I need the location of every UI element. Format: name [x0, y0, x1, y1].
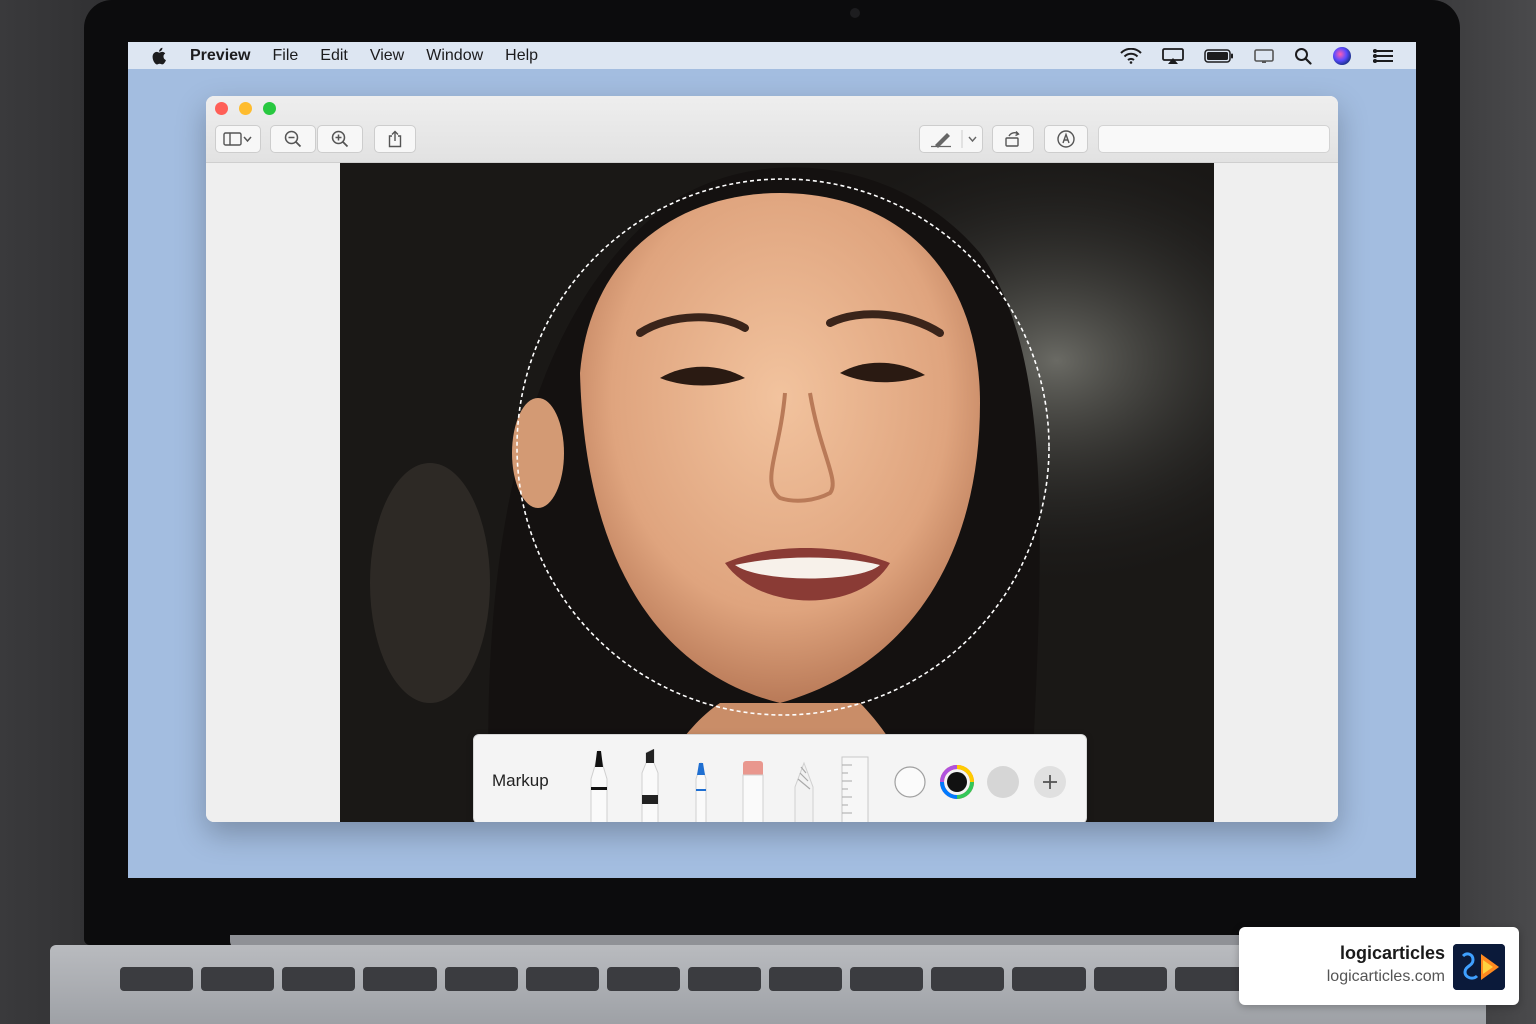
- key: [363, 967, 437, 991]
- key: [201, 967, 275, 991]
- add-icon[interactable]: [1033, 765, 1067, 799]
- pen-icon: [931, 130, 977, 148]
- ruler-tool-icon[interactable]: [840, 749, 870, 822]
- document-image: [340, 163, 1214, 822]
- marker-tool-icon[interactable]: [637, 749, 663, 822]
- screen-mirroring-icon[interactable]: [1254, 48, 1274, 64]
- menu-help[interactable]: Help: [505, 47, 538, 65]
- menu-app-name[interactable]: Preview: [190, 47, 250, 65]
- zoom-out-button[interactable]: [270, 125, 316, 153]
- search-icon[interactable]: [1294, 47, 1312, 65]
- markup-label: Markup: [492, 771, 549, 790]
- status-area: [1120, 42, 1394, 69]
- markup-icon: [1057, 130, 1075, 148]
- eraser-tool-icon[interactable]: [740, 749, 766, 822]
- key: [444, 967, 518, 991]
- screen: Preview File Edit View Window Help Marku…: [128, 42, 1416, 878]
- zoom-in-button[interactable]: [317, 125, 363, 153]
- close-button[interactable]: [215, 102, 228, 115]
- rotate-icon: [1005, 131, 1020, 147]
- key: [282, 967, 356, 991]
- battery-icon[interactable]: [1204, 48, 1234, 63]
- left-margin: [206, 163, 340, 822]
- sidebar-toggle-button[interactable]: [215, 125, 261, 153]
- preview-window: Markup: [206, 96, 1338, 822]
- wifi-icon[interactable]: [1120, 47, 1142, 64]
- key: [1093, 967, 1167, 991]
- portrait-photo: [340, 163, 1214, 822]
- menu-bar: Preview File Edit View Window Help: [128, 42, 1416, 69]
- menu-edit[interactable]: Edit: [320, 47, 348, 65]
- pen-tool-icon[interactable]: [586, 749, 612, 822]
- key: [1012, 967, 1086, 991]
- key: [120, 967, 194, 991]
- markup-toolbar: Markup: [473, 734, 1087, 822]
- key: [931, 967, 1005, 991]
- zoom-out-icon: [284, 130, 302, 148]
- siri-icon[interactable]: [1332, 46, 1352, 66]
- function-key-row: [120, 967, 1410, 1007]
- key: [525, 967, 599, 991]
- logo-icon: [1453, 944, 1505, 990]
- markup-pen-button[interactable]: [919, 125, 983, 153]
- badge-title: logicarticles: [1339, 943, 1445, 963]
- markup-toolbar-button[interactable]: [1044, 125, 1088, 153]
- zoom-button[interactable]: [263, 102, 276, 115]
- title-bar: [206, 96, 1338, 163]
- key: [606, 967, 680, 991]
- search-input[interactable]: [1098, 125, 1330, 153]
- control-center-icon[interactable]: [1372, 48, 1394, 64]
- zoom-in-icon: [331, 130, 349, 148]
- airplay-icon[interactable]: [1162, 47, 1184, 64]
- minimize-button[interactable]: [239, 102, 252, 115]
- brush-tool-icon[interactable]: [791, 749, 817, 822]
- menu-file[interactable]: File: [272, 47, 298, 65]
- color-picker-icon[interactable]: [939, 764, 975, 800]
- camera: [850, 8, 860, 18]
- pencil-tool-icon[interactable]: [688, 749, 714, 822]
- key: [687, 967, 761, 991]
- apple-icon[interactable]: [152, 47, 168, 65]
- menu-window[interactable]: Window: [426, 47, 483, 65]
- right-margin: [1214, 163, 1338, 822]
- key: [1174, 967, 1248, 991]
- share-button[interactable]: [374, 125, 416, 153]
- rotate-button[interactable]: [992, 125, 1034, 153]
- key: [850, 967, 924, 991]
- color-gray-swatch[interactable]: [986, 765, 1020, 799]
- key: [769, 967, 843, 991]
- badge-url: logicarticles.com: [1326, 968, 1445, 985]
- menu-view[interactable]: View: [370, 47, 404, 65]
- color-white-swatch[interactable]: [893, 765, 927, 799]
- share-icon: [388, 130, 402, 148]
- watermark-badge: logicarticles logicarticles.com: [1239, 927, 1519, 1005]
- sidebar-icon: [223, 132, 252, 146]
